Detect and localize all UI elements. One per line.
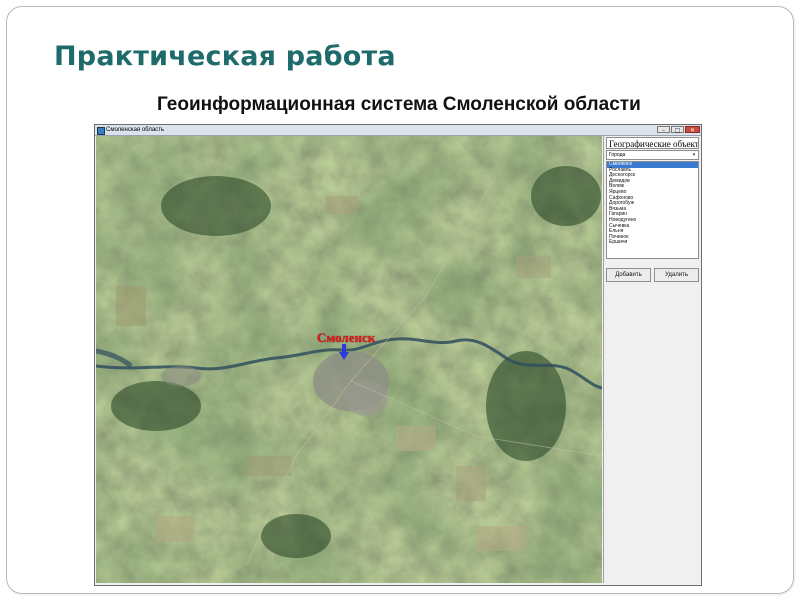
- window-titlebar[interactable]: Смоленская область – □ ✕: [95, 125, 701, 136]
- list-item[interactable]: Ершичи: [607, 240, 698, 246]
- minimize-button[interactable]: –: [657, 126, 670, 134]
- close-button[interactable]: ✕: [685, 126, 700, 134]
- combo-value: Города: [609, 152, 626, 158]
- satellite-map[interactable]: Смоленск: [96, 136, 602, 583]
- city-listbox[interactable]: Смоленск Рославль Десногорск Демидов Велиж Яр…: [606, 161, 699, 259]
- app-window: Смоленская область – □ ✕ Смоленск Геогра…: [94, 124, 702, 586]
- window-title: Смоленская область: [106, 127, 165, 133]
- slide-subtitle: Геоинформационная система Смоленской обл…: [157, 94, 641, 115]
- objects-panel: Географические объекты Города ▾ Смоленск…: [603, 136, 701, 583]
- app-icon: [97, 127, 105, 135]
- object-type-combo[interactable]: Города ▾: [606, 150, 699, 160]
- slide-title: Практическая работа: [54, 41, 396, 72]
- map-imagery: [96, 136, 602, 583]
- delete-button[interactable]: Удалить: [654, 268, 699, 282]
- chevron-down-icon[interactable]: ▾: [690, 151, 698, 159]
- add-button[interactable]: Добавить: [606, 268, 651, 282]
- down-arrow-icon[interactable]: [339, 344, 349, 360]
- maximize-button[interactable]: □: [671, 126, 684, 134]
- panel-header: Географические объекты: [606, 137, 699, 149]
